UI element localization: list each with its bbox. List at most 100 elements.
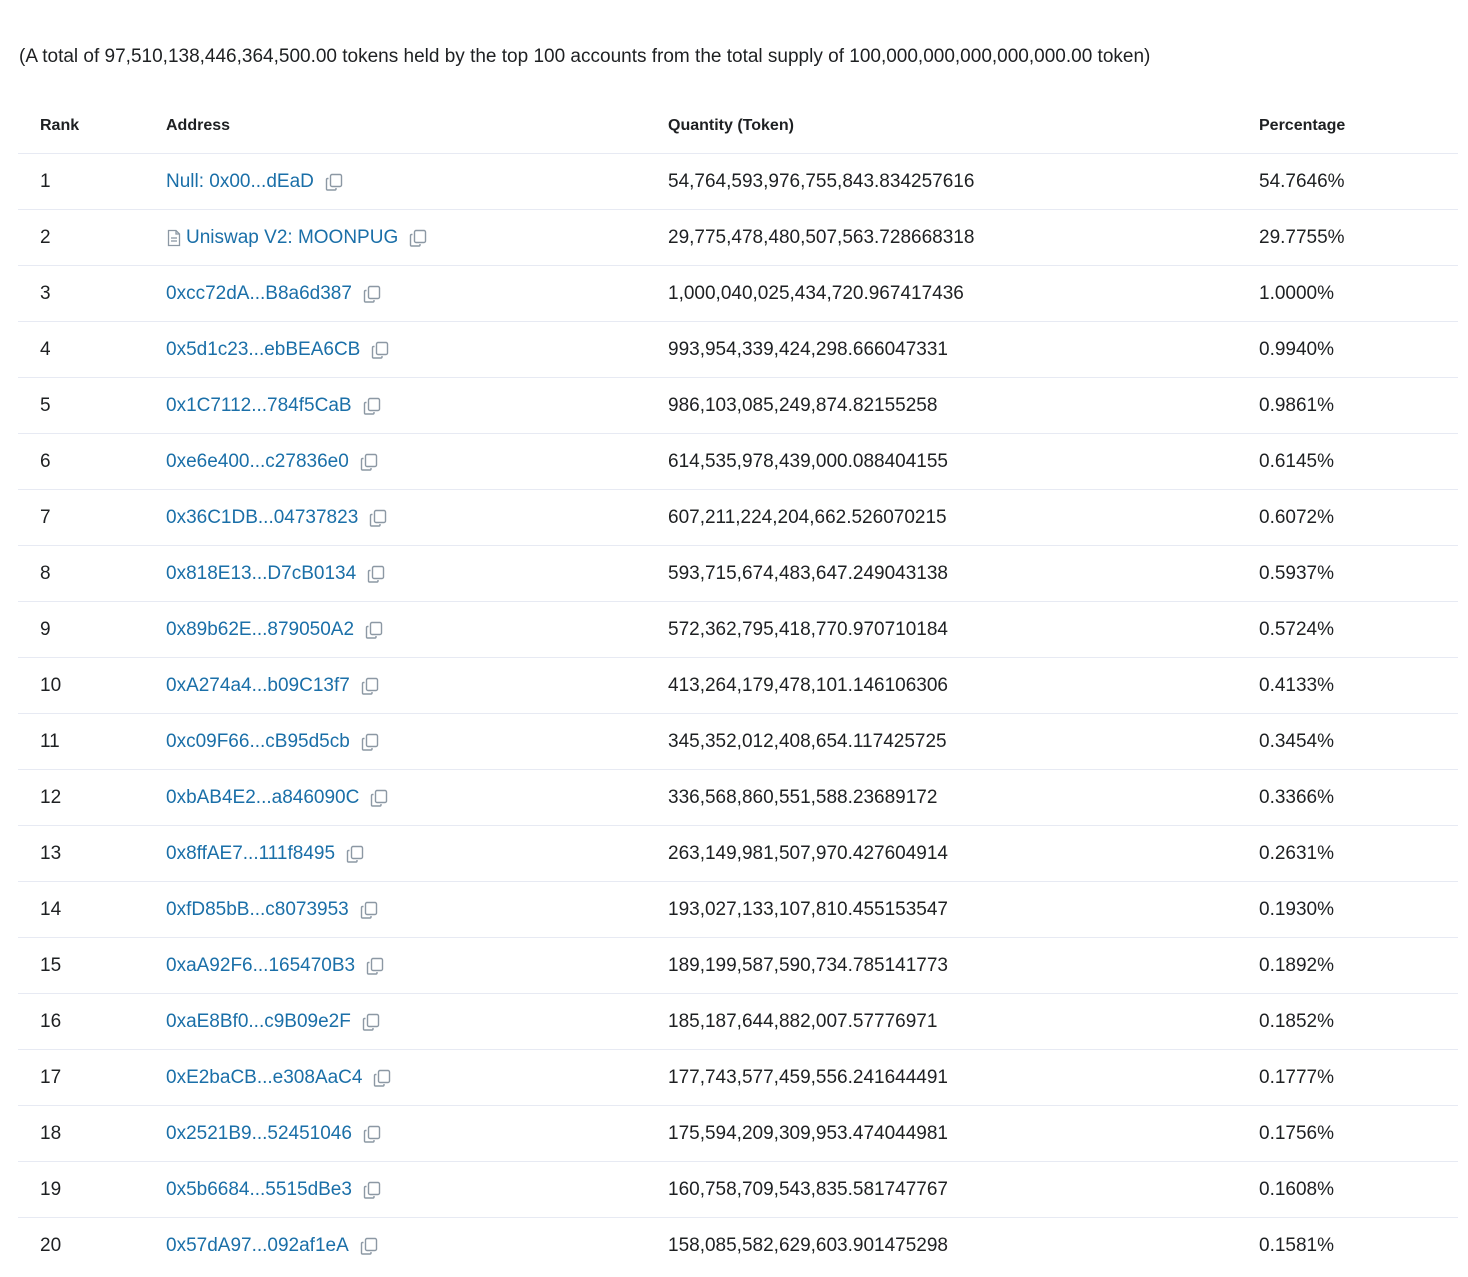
header-percentage: Percentage (1259, 116, 1346, 134)
percentage-cell: 0.1581% (1259, 1234, 1335, 1256)
rank-cell: 10 (40, 674, 62, 696)
address-cell: 0x1C7112...784f5CaB (166, 395, 668, 417)
holders-summary: (A total of 97,510,138,446,364,500.00 to… (19, 46, 1151, 67)
quantity-cell: 593,715,674,483,647.249043138 (668, 562, 948, 584)
rank-cell: 20 (40, 1234, 62, 1256)
table-row: 18 0x2521B9...52451046 175,594,209,309,953… (18, 1106, 1458, 1162)
percentage-cell: 0.1608% (1259, 1178, 1335, 1200)
table-row: 15 0xaA92F6...165470B3 189,199,587,590,734… (18, 938, 1458, 994)
address-cell: 0xA274a4...b09C13f7 (166, 675, 668, 697)
address-cell: Uniswap V2: MOONPUG (166, 227, 668, 249)
table-header: Rank Address Quantity (Token) Percentage (18, 98, 1458, 154)
address-link[interactable]: 0xE2baCB...e308AaC4 (166, 1067, 362, 1089)
quantity-cell: 345,352,012,408,654.117425725 (668, 730, 947, 752)
copy-icon[interactable] (369, 788, 389, 808)
copy-icon[interactable] (362, 1180, 382, 1200)
copy-icon[interactable] (362, 284, 382, 304)
table-body: 1 Null: 0x00...dEaD 54,764,593,976,755,843… (18, 154, 1458, 1273)
quantity-cell: 986,103,085,249,874.82155258 (668, 394, 938, 416)
table-row: 1 Null: 0x00...dEaD 54,764,593,976,755,843… (18, 154, 1458, 210)
rank-cell: 19 (40, 1178, 62, 1200)
address-link[interactable]: Null: 0x00...dEaD (166, 171, 314, 193)
address-link[interactable]: 0x2521B9...52451046 (166, 1123, 352, 1145)
address-link[interactable]: 0x5d1c23...ebBEA6CB (166, 339, 360, 361)
address-link[interactable]: 0x1C7112...784f5CaB (166, 395, 352, 417)
address-link[interactable]: 0xA274a4...b09C13f7 (166, 675, 350, 697)
quantity-cell: 54,764,593,976,755,843.834257616 (668, 170, 975, 192)
percentage-cell: 54.7646% (1259, 170, 1345, 192)
percentage-cell: 0.1777% (1259, 1066, 1335, 1088)
header-rank: Rank (40, 116, 80, 134)
address-cell: 0x5b6684...5515dBe3 (166, 1179, 668, 1201)
table-row: 11 0xc09F66...cB95d5cb 345,352,012,408,654… (18, 714, 1458, 770)
table-row: 20 0x57dA97...092af1eA 158,085,582,629,603… (18, 1218, 1458, 1273)
rank-cell: 11 (40, 730, 60, 752)
percentage-cell: 0.6072% (1259, 506, 1335, 528)
address-link[interactable]: 0x36C1DB...04737823 (166, 507, 358, 529)
table-row: 3 0xcc72dA...B8a6d387 1,000,040,025,434,72… (18, 266, 1458, 322)
quantity-cell: 158,085,582,629,603.901475298 (668, 1234, 948, 1256)
quantity-cell: 993,954,339,424,298.666047331 (668, 338, 948, 360)
address-cell: 0x36C1DB...04737823 (166, 507, 668, 529)
copy-icon[interactable] (365, 956, 385, 976)
copy-icon[interactable] (359, 1236, 379, 1256)
copy-icon[interactable] (364, 620, 384, 640)
address-link[interactable]: 0xaE8Bf0...c9B09e2F (166, 1011, 351, 1033)
quantity-cell: 1,000,040,025,434,720.967417436 (668, 282, 964, 304)
address-link[interactable]: 0xe6e400...c27836e0 (166, 451, 349, 473)
rank-cell: 13 (40, 842, 62, 864)
address-link[interactable]: 0xc09F66...cB95d5cb (166, 731, 350, 753)
address-link[interactable]: 0x818E13...D7cB0134 (166, 563, 356, 585)
percentage-cell: 0.9940% (1259, 338, 1335, 360)
address-link[interactable]: 0xaA92F6...165470B3 (166, 955, 355, 977)
copy-icon[interactable] (359, 900, 379, 920)
address-cell: 0x2521B9...52451046 (166, 1123, 668, 1145)
copy-icon[interactable] (372, 1068, 392, 1088)
copy-icon[interactable] (360, 676, 380, 696)
quantity-cell: 263,149,981,507,970.427604914 (668, 842, 948, 864)
address-cell: 0x8ffAE7...111f8495 (166, 843, 668, 865)
quantity-cell: 572,362,795,418,770.970710184 (668, 618, 948, 640)
quantity-cell: 185,187,644,882,007.57776971 (668, 1010, 938, 1032)
copy-icon[interactable] (360, 732, 380, 752)
copy-icon[interactable] (366, 564, 386, 584)
address-link[interactable]: Uniswap V2: MOONPUG (186, 227, 398, 249)
percentage-cell: 0.9861% (1259, 394, 1335, 416)
copy-icon[interactable] (359, 452, 379, 472)
rank-cell: 1 (40, 170, 51, 192)
holders-table: Rank Address Quantity (Token) Percentage… (18, 98, 1458, 1273)
copy-icon[interactable] (361, 1012, 381, 1032)
address-cell: 0xc09F66...cB95d5cb (166, 731, 668, 753)
rank-cell: 5 (40, 394, 51, 416)
copy-icon[interactable] (368, 508, 388, 528)
rank-cell: 2 (40, 226, 51, 248)
copy-icon[interactable] (362, 396, 382, 416)
table-row: 9 0x89b62E...879050A2 572,362,795,418,770.… (18, 602, 1458, 658)
rank-cell: 17 (40, 1066, 62, 1088)
header-quantity: Quantity (Token) (668, 116, 794, 134)
copy-icon[interactable] (324, 172, 344, 192)
address-link[interactable]: 0x8ffAE7...111f8495 (166, 843, 335, 865)
copy-icon[interactable] (370, 340, 390, 360)
address-cell: Null: 0x00...dEaD (166, 171, 668, 193)
table-row: 14 0xfD85bB...c8073953 193,027,133,107,810… (18, 882, 1458, 938)
table-row: 4 0x5d1c23...ebBEA6CB 993,954,339,424,298.… (18, 322, 1458, 378)
copy-icon[interactable] (345, 844, 365, 864)
address-cell: 0x818E13...D7cB0134 (166, 563, 668, 585)
address-cell: 0xcc72dA...B8a6d387 (166, 283, 668, 305)
address-cell: 0x89b62E...879050A2 (166, 619, 668, 641)
percentage-cell: 0.2631% (1259, 842, 1335, 864)
table-row: 2 Uniswap V2: MOONPUG 29,775,478,480,507,5… (18, 210, 1458, 266)
address-link[interactable]: 0x89b62E...879050A2 (166, 619, 354, 641)
address-link[interactable]: 0x57dA97...092af1eA (166, 1235, 349, 1257)
address-link[interactable]: 0xfD85bB...c8073953 (166, 899, 349, 921)
address-cell: 0xaA92F6...165470B3 (166, 955, 668, 977)
rank-cell: 15 (40, 954, 62, 976)
quantity-cell: 413,264,179,478,101.146106306 (668, 674, 948, 696)
copy-icon[interactable] (362, 1124, 382, 1144)
percentage-cell: 0.3454% (1259, 730, 1335, 752)
copy-icon[interactable] (408, 228, 428, 248)
address-link[interactable]: 0xbAB4E2...a846090C (166, 787, 359, 809)
address-link[interactable]: 0xcc72dA...B8a6d387 (166, 283, 352, 305)
address-link[interactable]: 0x5b6684...5515dBe3 (166, 1179, 352, 1201)
